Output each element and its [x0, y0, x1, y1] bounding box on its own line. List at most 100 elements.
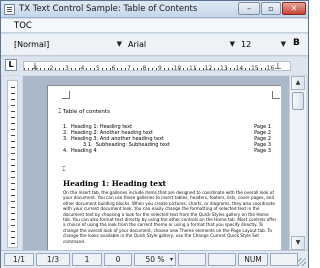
- document-area[interactable]: ⌶ Table of contents 1. Heading 1: Headin…: [23, 76, 289, 251]
- ruler-number: 6: [111, 65, 116, 72]
- toc-entry-number: 4.: [63, 148, 68, 154]
- ruler-tick: [229, 68, 231, 70]
- ruler-number: 16: [266, 65, 275, 72]
- toc-entry-text: Subheading: Subheading text: [95, 142, 170, 148]
- ruler-track[interactable]: ⊥ ⊥ 1 2 3 4 5 6 7 8 9 10 11 12 13 14 15 16: [23, 61, 291, 72]
- status-line: 1: [72, 253, 102, 266]
- vertical-scrollbar[interactable]: ▲ ▼: [289, 76, 306, 251]
- ruler-number: 9: [158, 65, 162, 72]
- ruler-tick: [125, 68, 127, 70]
- vertical-ruler-tick: [11, 231, 15, 232]
- font-value: Arial: [128, 40, 147, 49]
- ruler-tick: [63, 68, 65, 70]
- window-title: TX Text Control Sample: Table of Content…: [19, 4, 198, 14]
- ruler-tick: [136, 68, 138, 70]
- ruler-tick: [171, 68, 173, 70]
- font-size-dropdown[interactable]: 12 ▼: [238, 37, 288, 52]
- ruler-tick: [86, 68, 88, 70]
- ruler-tick: [105, 68, 107, 70]
- ruler-tick: [74, 68, 76, 70]
- margin-corner-top-right: [272, 91, 280, 99]
- ruler-tick: [210, 68, 212, 70]
- vertical-ruler-tick: [11, 159, 15, 160]
- ruler-tick: [101, 68, 103, 70]
- vertical-ruler[interactable]: [2, 76, 22, 251]
- ruler-tick: [32, 68, 34, 70]
- ruler-tick: [78, 68, 80, 70]
- vertical-ruler-tick: [11, 117, 15, 118]
- ruler-number: 3: [65, 65, 69, 72]
- document-body-text[interactable]: On the Insert tab, the galleries include…: [63, 190, 277, 251]
- vertical-ruler-tick: [11, 153, 15, 154]
- tab-selector[interactable]: L: [5, 59, 17, 71]
- zoom-value: 50 %: [145, 255, 165, 264]
- bold-button[interactable]: B: [293, 38, 300, 48]
- vertical-ruler-tick: [11, 87, 15, 88]
- menu-item-toc[interactable]: TOC: [14, 21, 32, 31]
- zoom-selector[interactable]: 50 % ▾: [134, 253, 176, 266]
- vertical-ruler-tick: [11, 105, 15, 106]
- chevron-down-icon[interactable]: ▼: [117, 37, 122, 52]
- ruler-tick: [260, 68, 262, 70]
- ruler-tick: [59, 68, 61, 70]
- style-value: [Normal]: [14, 40, 50, 49]
- chevron-down-icon[interactable]: ▼: [230, 37, 235, 52]
- scroll-down-icon[interactable]: ▼: [291, 236, 305, 250]
- style-dropdown[interactable]: [Normal] ▼: [11, 37, 124, 52]
- horizontal-ruler[interactable]: L ⊥ ⊥ 1 2 3 4 5 6 7 8 9 10 11 12 13 14 15 16: [1, 57, 308, 75]
- ruler-tick: [121, 68, 123, 70]
- ruler-tick: [241, 68, 243, 70]
- status-empty-1: [178, 253, 206, 266]
- menu-bar: TOC: [1, 19, 308, 33]
- close-button[interactable]: ✕: [282, 2, 306, 15]
- ruler-tick: [183, 68, 185, 70]
- vertical-ruler-tick: [11, 225, 15, 226]
- chevron-down-icon[interactable]: ▼: [281, 37, 286, 52]
- vertical-ruler-track[interactable]: [7, 80, 18, 248]
- document-heading[interactable]: Heading 1: Heading text: [63, 179, 166, 188]
- resize-grip-icon[interactable]: [298, 258, 306, 266]
- ruler-tick: [163, 68, 165, 70]
- title-bar[interactable]: TX Text Control Sample: Table of Content…: [1, 1, 308, 18]
- vertical-ruler-tick: [11, 99, 15, 100]
- ruler-tick: [148, 68, 150, 70]
- ruler-tick: [90, 68, 92, 70]
- margin-corner-top-left: [62, 91, 70, 99]
- ruler-tick: [202, 68, 204, 70]
- vertical-ruler-tick: [11, 183, 15, 184]
- app-icon[interactable]: [4, 4, 15, 15]
- ruler-tick: [194, 68, 196, 70]
- toc-entry[interactable]: 4. Heading 4: [63, 148, 97, 154]
- ruler-tick: [156, 68, 158, 70]
- right-indent-marker-icon[interactable]: ⊥: [274, 62, 282, 72]
- vertical-ruler-tick: [11, 207, 15, 208]
- vertical-ruler-tick: [11, 135, 15, 136]
- toc-title: Table of contents: [63, 109, 110, 115]
- ruler-tick: [167, 68, 169, 70]
- ruler-number: 4: [80, 65, 85, 72]
- maximize-button[interactable]: ▫: [261, 2, 281, 15]
- ruler-tick: [218, 68, 220, 70]
- vertical-ruler-tick: [11, 93, 15, 94]
- ruler-tick: [179, 68, 181, 70]
- chevron-down-icon[interactable]: ▾: [170, 254, 173, 265]
- ruler-tick: [245, 68, 247, 70]
- scroll-up-icon[interactable]: ▲: [291, 76, 305, 90]
- toc-entry-number: 3.: [63, 136, 68, 142]
- vertical-ruler-tick: [11, 165, 15, 166]
- ruler-tick: [225, 68, 227, 70]
- ruler-tick: [24, 68, 26, 70]
- status-page: 1/1: [4, 253, 34, 266]
- minimize-button[interactable]: –: [238, 2, 260, 15]
- toc-entry-text: Heading 4: [70, 148, 97, 154]
- vertical-ruler-tick: [11, 237, 15, 238]
- ruler-tick: [256, 68, 258, 70]
- ruler-tick: [249, 68, 251, 70]
- font-dropdown[interactable]: Arial ▼: [125, 37, 237, 52]
- document-page[interactable]: ⌶ Table of contents 1. Heading 1: Headin…: [47, 85, 281, 251]
- font-size-value: 12: [241, 40, 252, 49]
- status-empty-2: [208, 253, 236, 266]
- scrollbar-thumb[interactable]: [292, 92, 304, 110]
- vertical-ruler-tick: [11, 219, 15, 220]
- ruler-tick: [55, 68, 57, 70]
